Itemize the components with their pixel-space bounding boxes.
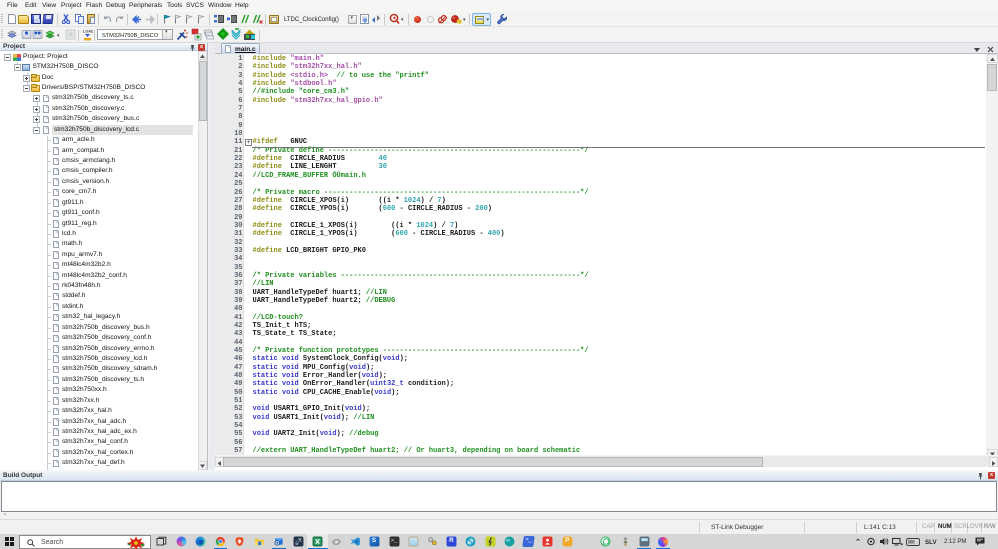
svg-text:LOAD: LOAD — [83, 30, 93, 34]
